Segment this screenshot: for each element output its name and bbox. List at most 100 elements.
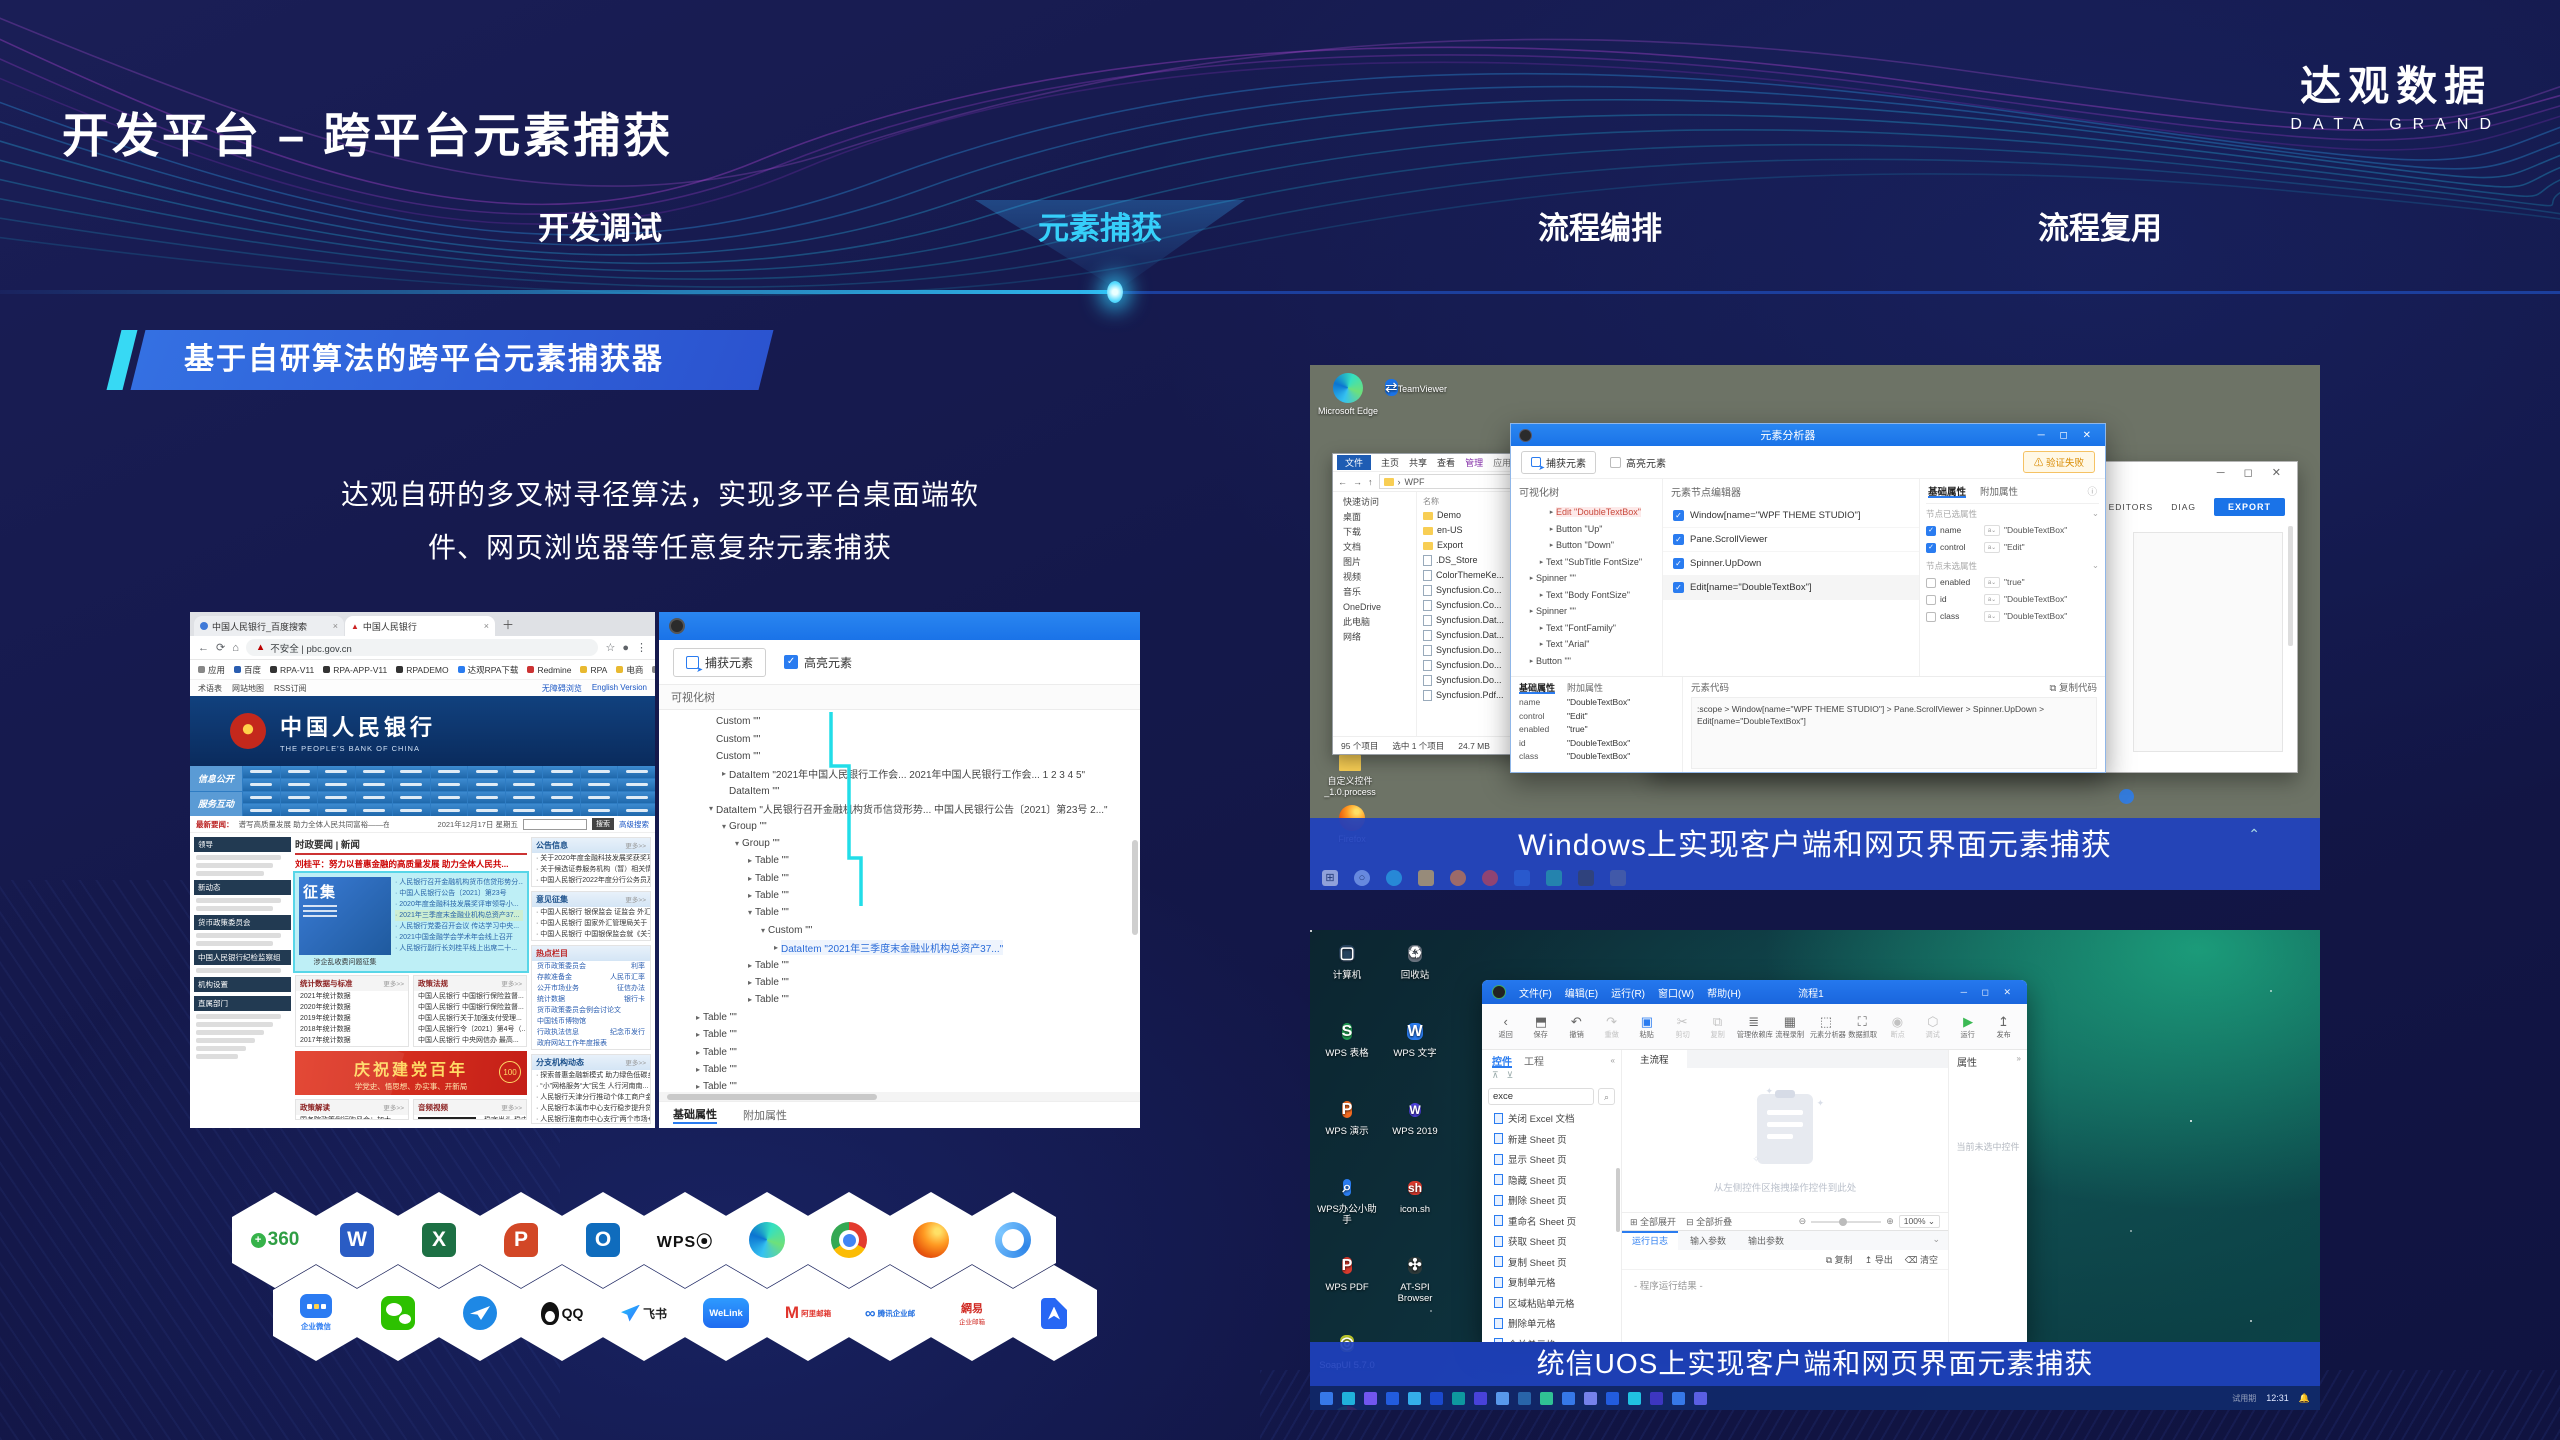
- list-item[interactable]: 国务院政策例行吹风会：加大...: [296, 1115, 408, 1120]
- collapse-icon[interactable]: «: [1611, 1056, 1621, 1065]
- nav-cell[interactable]: [506, 792, 543, 804]
- back-icon[interactable]: ←: [1338, 477, 1347, 487]
- list-item[interactable]: 中国人民银行令〔2021〕第4号（...: [414, 1024, 526, 1035]
- tab-basic-props[interactable]: 基础属性: [1928, 484, 1966, 498]
- nav-cell[interactable]: [281, 792, 318, 804]
- control-list-item[interactable]: 获取 Sheet 页: [1482, 1231, 1621, 1252]
- taskbar-icon-firefox[interactable]: [1450, 870, 1466, 886]
- taskbar-icon-app2[interactable]: [1546, 870, 1562, 886]
- explorer-sidebar-item[interactable]: 此电脑: [1333, 615, 1416, 630]
- tree-item[interactable]: ▸Table "": [659, 1026, 1140, 1043]
- nav-cell[interactable]: [543, 779, 580, 791]
- avatar-icon[interactable]: ●: [622, 642, 629, 654]
- nav-cell[interactable]: [281, 804, 318, 816]
- tree-item[interactable]: ▸DataItem "2021年中国人民银行工作会... 2021年中国人民银行…: [659, 765, 1140, 782]
- control-list-item[interactable]: 复制 Sheet 页: [1482, 1252, 1621, 1273]
- more-link[interactable]: 更多>>: [501, 1102, 522, 1113]
- nav-cell[interactable]: [393, 792, 430, 804]
- uos-desktop-icon-WPS办公小助手[interactable]: ⌕WPS办公小助手: [1316, 1172, 1378, 1226]
- hot-topic-row[interactable]: 中国钱币博物馆: [532, 1016, 650, 1027]
- chevron-down-icon[interactable]: ⌄: [2092, 508, 2099, 520]
- tab-extra-props[interactable]: 附加属性: [1567, 681, 1603, 694]
- menu-item[interactable]: 编辑(E): [1565, 985, 1598, 1000]
- control-list-item[interactable]: 显示 Sheet 页: [1482, 1149, 1621, 1170]
- ribbon-file[interactable]: 文件: [1337, 455, 1371, 470]
- floating-widget-icon[interactable]: [2119, 789, 2134, 804]
- taskbar-icon-15[interactable]: [1650, 1392, 1663, 1405]
- more-link[interactable]: 更多>>: [625, 840, 646, 851]
- tree-item[interactable]: DataItem "": [659, 783, 1140, 800]
- explorer-sidebar-item[interactable]: 文档: [1333, 540, 1416, 555]
- news-list-item[interactable]: · 人民银行党委召开会议 传达学习中央...: [395, 921, 523, 932]
- uos-desktop-icon-WPS 演示[interactable]: PWPS 演示: [1316, 1094, 1378, 1137]
- taskbar-icon-chrome[interactable]: [1482, 870, 1498, 886]
- tree-item[interactable]: ▸Table "": [659, 1061, 1140, 1078]
- control-list-item[interactable]: 关闭 Excel 文档: [1482, 1108, 1621, 1129]
- tree-item[interactable]: Custom "": [659, 730, 1140, 747]
- toolbar-button-粘贴[interactable]: ▣粘贴: [1629, 1014, 1664, 1040]
- nav-cell[interactable]: [581, 779, 618, 791]
- reading-list-item[interactable]: 阅读清单: [652, 664, 655, 676]
- nav-cell[interactable]: [468, 804, 505, 816]
- nav-cell[interactable]: [618, 804, 655, 816]
- news-list-item[interactable]: · 人民银行召开金融机构货币信贷形势分...: [395, 877, 523, 888]
- expand-all-icon[interactable]: ⊼: [1492, 1070, 1499, 1084]
- tab-extra-props[interactable]: 附加属性: [743, 1107, 787, 1123]
- expand-all-button[interactable]: ⊞ 全部展开: [1630, 1215, 1676, 1228]
- toolbar-button-保存[interactable]: ⬒保存: [1523, 1014, 1558, 1040]
- nav-cell[interactable]: [243, 766, 280, 778]
- explorer-sidebar-item[interactable]: OneDrive: [1333, 600, 1416, 615]
- star-icon[interactable]: ☆: [605, 641, 615, 654]
- list-item[interactable]: 中国人民银行关于加强支付受理...: [414, 1013, 526, 1024]
- highlight-element-checkbox[interactable]: ✓高亮元素: [784, 654, 852, 671]
- site-link[interactable]: 术语表: [198, 683, 222, 694]
- studio-scrollbar[interactable]: [2288, 526, 2293, 646]
- export-log-button[interactable]: ↥ 导出: [1865, 1253, 1893, 1266]
- address-input[interactable]: ▲不安全 | pbc.gov.cn: [246, 639, 599, 656]
- list-item[interactable]: 2019年统计数据: [296, 1013, 408, 1024]
- browser-tab-baidu[interactable]: 中国人民银行_百度搜索×: [194, 616, 344, 636]
- list-item[interactable]: · 探索普惠金融新模式 助力绿色低碳乡村...: [532, 1070, 650, 1081]
- nav-cell[interactable]: [618, 779, 655, 791]
- nav-cell[interactable]: [431, 779, 468, 791]
- zoom-slider[interactable]: [1811, 1221, 1881, 1223]
- tree-item[interactable]: ▸DataItem "2021年三季度末金融业机构总资产37...": [659, 939, 1140, 956]
- list-item[interactable]: · 关于2020年度金融科技发展奖获奖项目...: [532, 853, 650, 864]
- nav-cell[interactable]: [356, 792, 393, 804]
- news-list-item[interactable]: · 人民银行副行长刘桂平线上出席二十...: [395, 943, 523, 954]
- nav-cell[interactable]: [356, 779, 393, 791]
- nav-cell[interactable]: [431, 766, 468, 778]
- taskbar-icon-5[interactable]: [1430, 1392, 1443, 1405]
- nav-cell[interactable]: [468, 766, 505, 778]
- list-item[interactable]: 稳字当头 稳中求进 扎实推进...: [480, 1115, 526, 1120]
- tab-3[interactable]: 流程编排: [1500, 203, 1700, 248]
- taskbar-icon-start[interactable]: ⊞: [1322, 870, 1338, 886]
- tree-item[interactable]: ▾Custom "": [659, 922, 1140, 939]
- hot-topic-row[interactable]: 公开市场业务征信办法: [532, 983, 650, 994]
- toolbar-button-断点[interactable]: ◉断点: [1880, 1014, 1915, 1040]
- nav-cell[interactable]: [318, 779, 355, 791]
- nav-cell[interactable]: [506, 766, 543, 778]
- news-list-item[interactable]: · 中国人民银行公告〔2021〕第23号: [395, 888, 523, 899]
- toolbar-button-数据抓取[interactable]: ⛶数据抓取: [1845, 1014, 1880, 1040]
- ribbon-view[interactable]: 查看: [1437, 456, 1455, 469]
- list-item[interactable]: 2018年统计数据: [296, 1024, 408, 1035]
- nav-cell[interactable]: [431, 804, 468, 816]
- window-controls[interactable]: ─ ◻ ✕: [2038, 430, 2097, 441]
- prop-row[interactable]: ✓ida⌄"DoubleTextBox": [1926, 591, 2099, 608]
- nav-cell[interactable]: [581, 804, 618, 816]
- list-item[interactable]: 2017年统计数据: [296, 1035, 408, 1046]
- window-controls[interactable]: ─ ◻ ✕: [1961, 987, 2017, 998]
- tree-item[interactable]: ▸Table "": [659, 974, 1140, 991]
- reload-icon[interactable]: ⟳: [216, 641, 225, 654]
- uos-desktop-icon-WPS 表格[interactable]: SWPS 表格: [1316, 1016, 1378, 1059]
- site-link[interactable]: English Version: [592, 683, 647, 694]
- tree-item[interactable]: ▸Table "": [659, 1043, 1140, 1060]
- news-list-item[interactable]: · 2021年三季度末金融业机构总资产37...: [395, 910, 523, 921]
- tab-run-log[interactable]: 运行日志: [1622, 1231, 1678, 1250]
- site-link[interactable]: 网站地图: [232, 683, 264, 694]
- search-icon[interactable]: ⌕: [1598, 1088, 1615, 1105]
- nav-cell[interactable]: [243, 779, 280, 791]
- nav-cell[interactable]: [356, 766, 393, 778]
- tab-main-flow[interactable]: 主流程: [1622, 1050, 1687, 1068]
